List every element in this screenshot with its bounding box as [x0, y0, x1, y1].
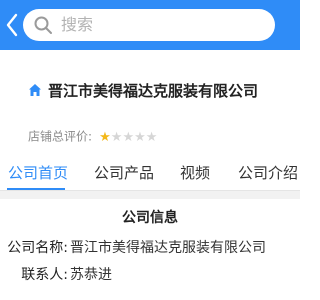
star-icon: ★	[122, 130, 135, 145]
star-icon: ★	[99, 130, 111, 145]
section-title: 公司信息	[122, 210, 178, 226]
rating-label: 店铺总评价:	[28, 129, 93, 144]
star-icon: ★	[145, 130, 158, 145]
tab-home[interactable]: 公司首页	[8, 162, 68, 184]
contact-label: 联系人:	[21, 267, 68, 283]
info-row-company: 公司名称: 晋江市美得福达克服装有限公司	[0, 237, 300, 259]
company-name-value: 晋江市美得福达克服装有限公司	[70, 240, 266, 256]
tab-videos[interactable]: 视频	[180, 162, 210, 184]
section-divider	[0, 191, 300, 199]
search-input[interactable]: 搜索	[23, 9, 275, 41]
contact-value: 苏恭进	[70, 267, 112, 283]
star-icon: ★	[134, 130, 146, 145]
tab-products[interactable]: 公司产品	[94, 162, 154, 184]
active-tab-indicator	[7, 188, 65, 190]
info-row-contact: 联系人: 苏恭进	[0, 264, 300, 286]
company-name: 晋江市美得福达克服装有限公司	[48, 82, 259, 100]
tab-bar: 公司首页 公司产品 视频 公司介绍	[0, 158, 300, 191]
search-icon	[34, 16, 52, 34]
star-icon: ★	[110, 130, 123, 145]
chevron-left-icon	[6, 13, 18, 37]
company-name-label: 公司名称:	[7, 240, 68, 256]
rating-stars: ★★★★★	[99, 126, 157, 147]
tab-about[interactable]: 公司介绍	[238, 162, 298, 184]
top-bar: 搜索	[0, 0, 300, 50]
store-rating: 店铺总评价: ★★★★★	[28, 126, 157, 147]
search-placeholder: 搜索	[61, 15, 94, 34]
back-button[interactable]	[5, 12, 19, 38]
home-icon	[29, 84, 41, 96]
